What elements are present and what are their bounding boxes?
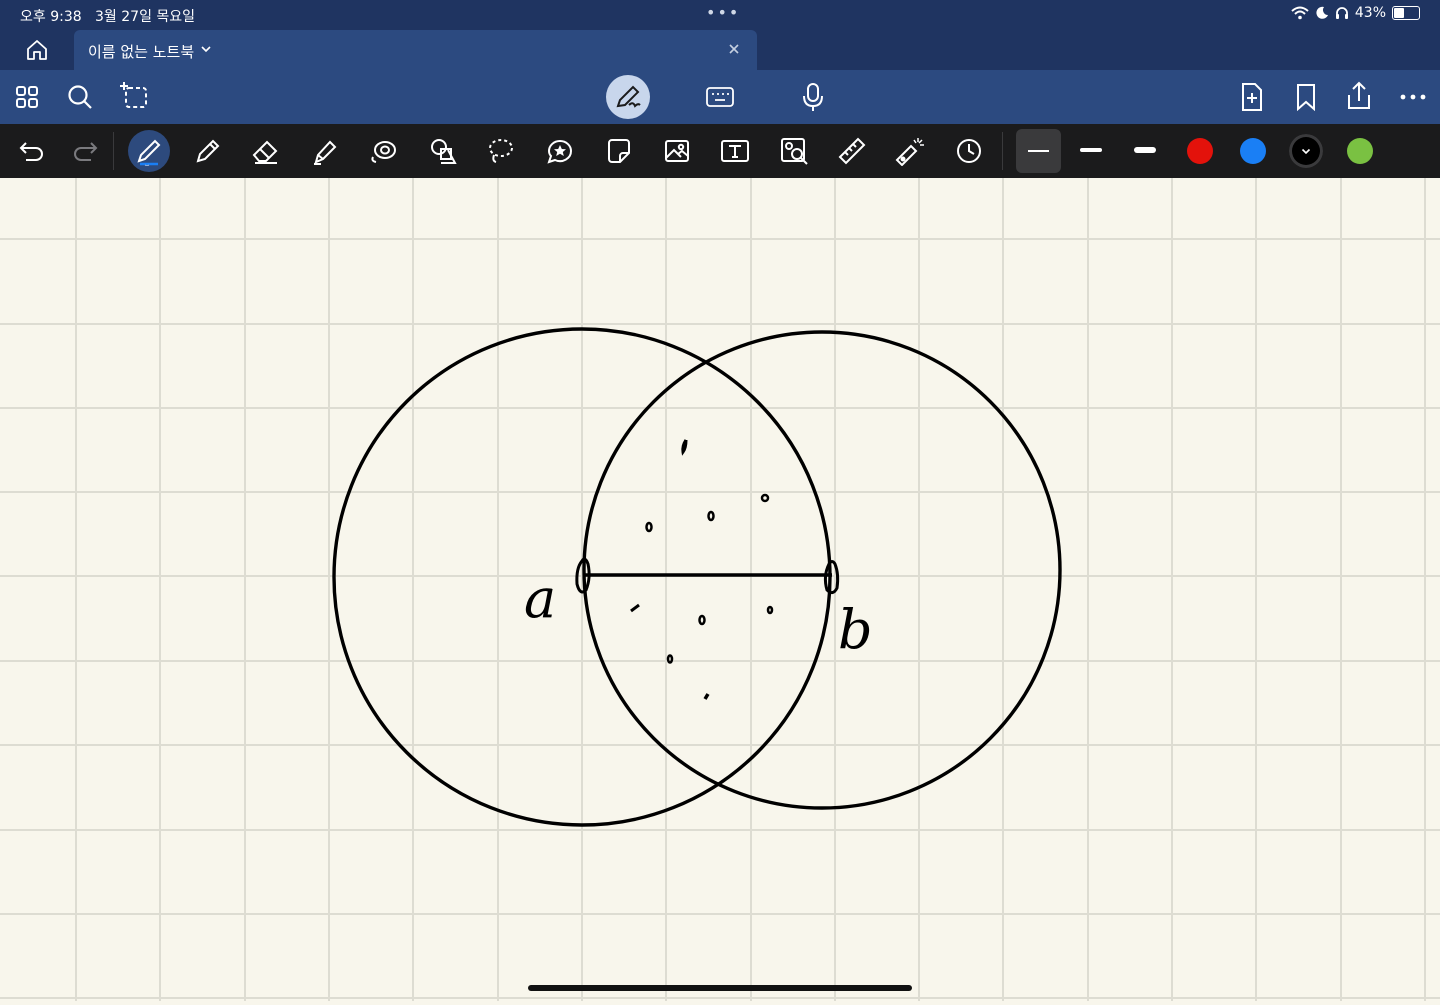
status-bar: 오후 9:38 3월 27일 목요일 ••• 43% [0,0,1440,30]
pencil-icon [196,139,220,163]
tool-toolbar [0,124,1440,178]
dot-1 [681,439,688,456]
label-b: b [838,598,873,661]
chevron-down-icon[interactable] [200,43,212,55]
image-tool[interactable] [658,132,696,170]
history-tool[interactable] [950,132,988,170]
sticker-icon [547,140,573,164]
battery-percent: 43% [1354,5,1386,21]
dot-3 [707,510,715,522]
dot-2 [760,493,770,503]
battery-icon [1392,6,1420,20]
microphone-icon[interactable] [797,81,829,113]
note-canvas[interactable]: a b [0,178,1440,1001]
sticky-note-tool[interactable] [599,132,637,170]
multitasking-dots-icon[interactable]: ••• [706,3,740,22]
status-time: 오후 9:38 3월 27일 목요일 [20,9,196,25]
shapes-icon [431,139,457,164]
pencil-tool[interactable] [189,132,227,170]
wifi-icon [1291,6,1309,20]
toolbar-divider [113,132,114,170]
toolbar-divider [1002,132,1003,170]
lasso-tool[interactable] [482,132,520,170]
share-icon[interactable] [1343,80,1375,112]
pen-tool[interactable] [128,130,170,172]
circle-b [582,330,1062,810]
main-toolbar [0,70,1440,124]
dot-8 [666,654,674,664]
textbox-tool[interactable] [716,132,754,170]
sticky-note-icon [608,139,630,163]
pen-mode-button[interactable] [606,75,650,119]
more-icon[interactable] [1397,81,1429,113]
dot-4 [645,521,653,533]
stroke-thin-button[interactable] [1016,129,1061,173]
dot-6 [698,614,706,626]
image-icon [665,140,689,162]
search-icon[interactable] [64,81,96,113]
highlighter-icon [314,140,337,165]
redo-icon[interactable] [66,132,104,170]
moon-icon [1316,6,1328,19]
ruler-tool[interactable] [833,132,871,170]
add-page-icon[interactable] [1236,81,1268,113]
image-search-icon [781,138,808,165]
grid-lines [0,178,1440,1001]
clock-icon [957,139,981,163]
color-green-swatch[interactable] [1347,138,1373,164]
notebook-tab[interactable]: 이름 없는 노트북 [74,30,757,70]
stroke-thick-button[interactable] [1134,147,1156,153]
spiral-tool[interactable] [365,132,403,170]
color-blue-swatch[interactable] [1240,138,1266,164]
home-icon[interactable] [24,38,50,62]
color-black-swatch[interactable] [1289,134,1323,168]
dot-5 [630,603,640,613]
color-red-swatch[interactable] [1187,138,1213,164]
home-indicator[interactable] [528,985,912,991]
eraser-tool[interactable] [247,132,285,170]
eraser-icon [252,140,278,164]
shapes-lasso-icon[interactable] [118,80,150,112]
pen-mode-icon [616,85,641,108]
bookmark-icon[interactable] [1290,81,1322,113]
status-icons: 43% [1291,5,1420,21]
pen-icon [137,139,161,166]
grid-icon[interactable] [11,81,43,113]
tab-title[interactable]: 이름 없는 노트북 [88,41,194,62]
sticker-tool[interactable] [541,132,579,170]
undo-icon[interactable] [13,132,51,170]
shapes-tool[interactable] [424,132,462,170]
headphones-icon [1335,7,1348,19]
highlighter-tool[interactable] [306,132,344,170]
dot-7 [766,605,774,615]
ruler-icon [838,137,866,165]
dot-9 [703,693,710,700]
laser-pointer-tool[interactable] [891,132,929,170]
tab-bar: 이름 없는 노트북 [0,30,1440,70]
spiral-icon [371,141,396,163]
drawing-surface[interactable]: a b [0,178,1440,1001]
image-search-tool[interactable] [775,132,813,170]
keyboard-icon[interactable] [704,81,736,113]
laser-pointer-icon [895,138,924,166]
stroke-medium-button[interactable] [1080,148,1102,152]
textbox-icon [721,140,749,162]
label-a: a [524,567,556,630]
stroke-thin-icon [1028,150,1049,152]
lasso-icon [489,139,513,163]
close-icon[interactable] [727,42,741,56]
chevron-down-icon [1301,148,1311,155]
